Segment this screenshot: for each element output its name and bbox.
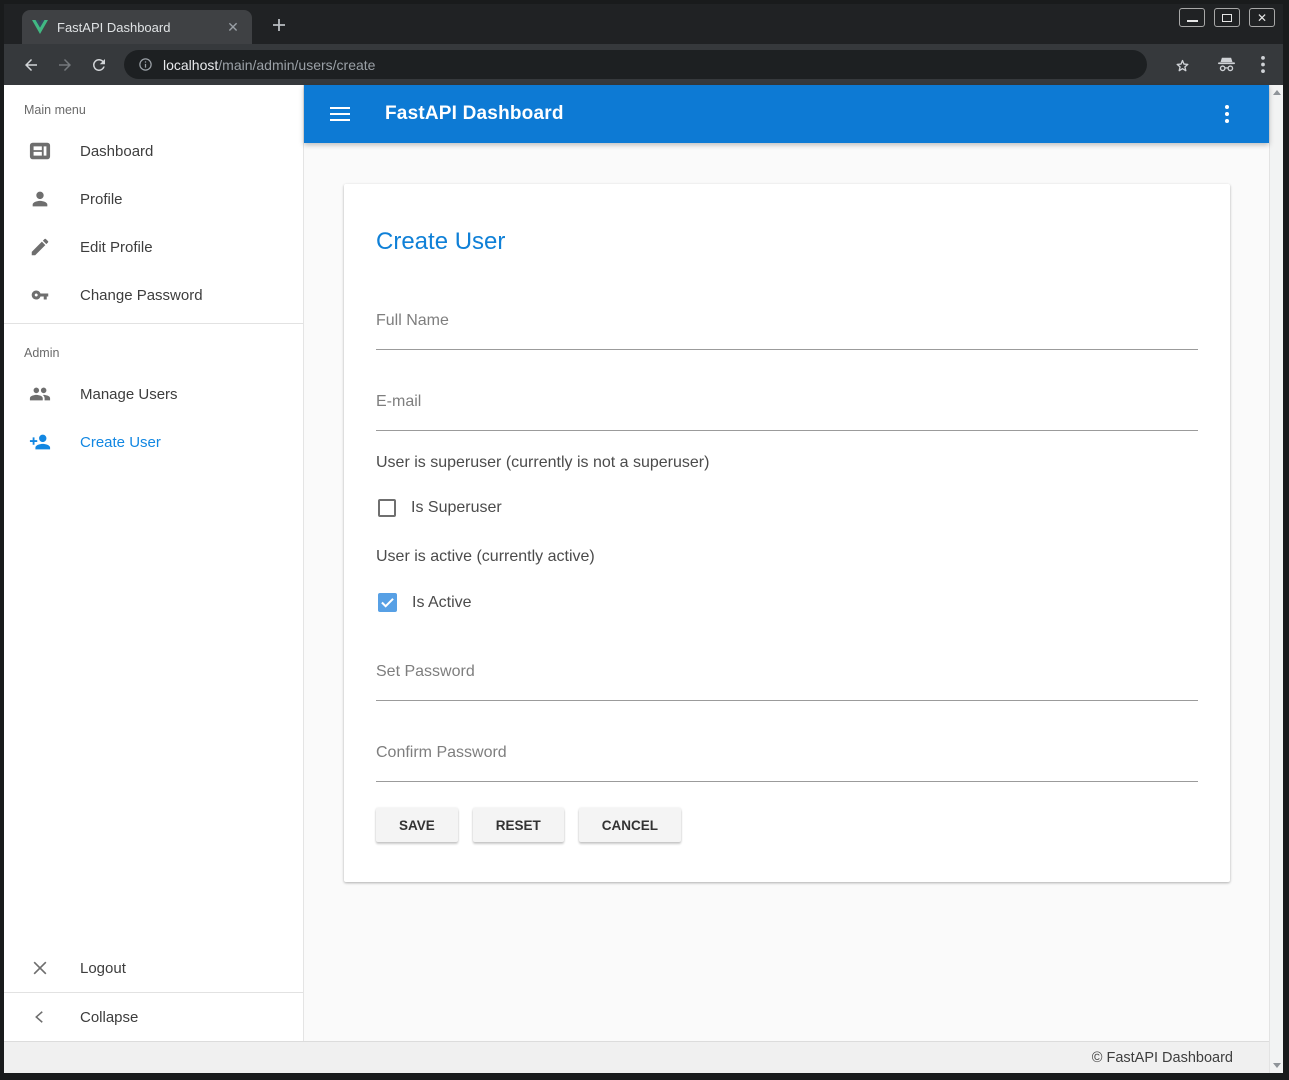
checkbox-label: Is Superuser — [411, 499, 502, 517]
sidebar-section-main-menu: Main menu — [4, 85, 303, 127]
content-area: Create User Full Name E-mail User is sup… — [304, 143, 1269, 1041]
scroll-up-icon[interactable] — [1273, 90, 1281, 95]
forward-button[interactable] — [51, 51, 79, 79]
page-viewport: Main menu Dashboard Profile — [4, 85, 1283, 1073]
reset-button[interactable]: RESET — [473, 808, 564, 842]
appbar: FastAPI Dashboard — [304, 85, 1269, 143]
is-active-checkbox[interactable]: Is Active — [378, 593, 1198, 612]
set-password-placeholder: Set Password — [376, 663, 1198, 681]
sidebar-item-manage-users[interactable]: Manage Users — [4, 370, 303, 418]
chevron-left-icon — [28, 1005, 52, 1029]
superuser-hint: User is superuser (currently is not a su… — [376, 454, 1198, 472]
checkbox-checked-icon — [378, 593, 397, 612]
hamburger-icon[interactable] — [328, 102, 352, 126]
browser-toolbar: localhost/main/admin/users/create — [4, 44, 1283, 85]
person-icon — [28, 187, 52, 211]
browser-menu-kebab-icon[interactable] — [1261, 56, 1265, 73]
sidebar-item-logout[interactable]: Logout — [4, 944, 303, 992]
sidebar-item-label: Logout — [80, 960, 126, 977]
create-user-card: Create User Full Name E-mail User is sup… — [344, 184, 1230, 882]
confirm-password-field[interactable]: Confirm Password — [376, 744, 1198, 782]
url-host: localhost — [163, 57, 218, 73]
close-window-button[interactable]: ✕ — [1249, 8, 1275, 27]
sidebar-section-admin: Admin — [4, 328, 303, 370]
vue-logo-icon — [32, 20, 48, 34]
incognito-icon — [1216, 56, 1237, 73]
confirm-password-placeholder: Confirm Password — [376, 744, 1198, 762]
minimize-icon — [1187, 20, 1198, 22]
email-placeholder: E-mail — [376, 393, 1198, 411]
tab-title: FastAPI Dashboard — [57, 20, 224, 35]
sidebar-item-edit-profile[interactable]: Edit Profile — [4, 223, 303, 271]
tab-strip: FastAPI Dashboard ✕ ✕ — [4, 4, 1283, 44]
sidebar-item-create-user[interactable]: Create User — [4, 418, 303, 466]
sidebar-item-label: Collapse — [80, 1009, 138, 1026]
set-password-field[interactable]: Set Password — [376, 663, 1198, 701]
url-bar[interactable]: localhost/main/admin/users/create — [124, 50, 1147, 79]
maximize-icon — [1222, 14, 1232, 22]
site-info-icon[interactable] — [138, 57, 153, 72]
new-tab-button[interactable] — [266, 12, 292, 38]
is-superuser-checkbox[interactable]: Is Superuser — [378, 499, 1198, 517]
sidebar-item-profile[interactable]: Profile — [4, 175, 303, 223]
footer-text: © FastAPI Dashboard — [1092, 1050, 1233, 1066]
close-icon — [28, 956, 52, 980]
sidebar-item-label: Change Password — [80, 287, 203, 304]
sidebar-item-change-password[interactable]: Change Password — [4, 271, 303, 319]
person-add-icon — [28, 430, 52, 454]
appbar-title: FastAPI Dashboard — [385, 103, 564, 125]
window-controls: ✕ — [1179, 8, 1275, 27]
page-title: Create User — [376, 228, 1198, 256]
sidebar-item-collapse[interactable]: Collapse — [4, 993, 303, 1041]
sidebar-item-label: Profile — [80, 191, 123, 208]
browser-window: FastAPI Dashboard ✕ ✕ localhost/main/adm… — [4, 4, 1283, 1073]
dashboard-icon — [28, 139, 52, 163]
people-icon — [28, 382, 52, 406]
cancel-button[interactable]: CANCEL — [579, 808, 681, 842]
url-path: /main/admin/users/create — [218, 57, 375, 73]
email-field[interactable]: E-mail — [376, 393, 1198, 431]
bookmark-star-icon[interactable] — [1173, 55, 1192, 74]
reload-button[interactable] — [85, 51, 113, 79]
sidebar-item-label: Dashboard — [80, 143, 153, 160]
minimize-button[interactable] — [1179, 8, 1205, 27]
active-hint: User is active (currently active) — [376, 548, 1198, 566]
vertical-scrollbar[interactable] — [1269, 85, 1283, 1073]
key-icon — [28, 283, 52, 307]
back-button[interactable] — [17, 51, 45, 79]
maximize-button[interactable] — [1214, 8, 1240, 27]
sidebar-item-label: Create User — [80, 434, 161, 451]
close-icon: ✕ — [1257, 12, 1267, 24]
toolbar-actions — [1173, 55, 1273, 74]
full-name-placeholder: Full Name — [376, 312, 1198, 330]
appbar-kebab-menu-icon[interactable] — [1215, 102, 1239, 126]
sidebar-item-dashboard[interactable]: Dashboard — [4, 127, 303, 175]
sidebar-item-label: Manage Users — [80, 386, 178, 403]
pencil-icon — [28, 235, 52, 259]
checkbox-unchecked-icon — [378, 499, 396, 517]
full-name-field[interactable]: Full Name — [376, 312, 1198, 350]
sidebar-divider — [4, 323, 303, 324]
tab-close-icon[interactable]: ✕ — [224, 18, 242, 36]
sidebar-item-label: Edit Profile — [80, 239, 153, 256]
sidebar: Main menu Dashboard Profile — [4, 85, 304, 1041]
page-footer: © FastAPI Dashboard — [4, 1041, 1269, 1073]
checkbox-label: Is Active — [412, 594, 472, 612]
save-button[interactable]: SAVE — [376, 808, 458, 842]
scroll-down-icon[interactable] — [1273, 1063, 1281, 1068]
browser-tab[interactable]: FastAPI Dashboard ✕ — [22, 10, 252, 44]
